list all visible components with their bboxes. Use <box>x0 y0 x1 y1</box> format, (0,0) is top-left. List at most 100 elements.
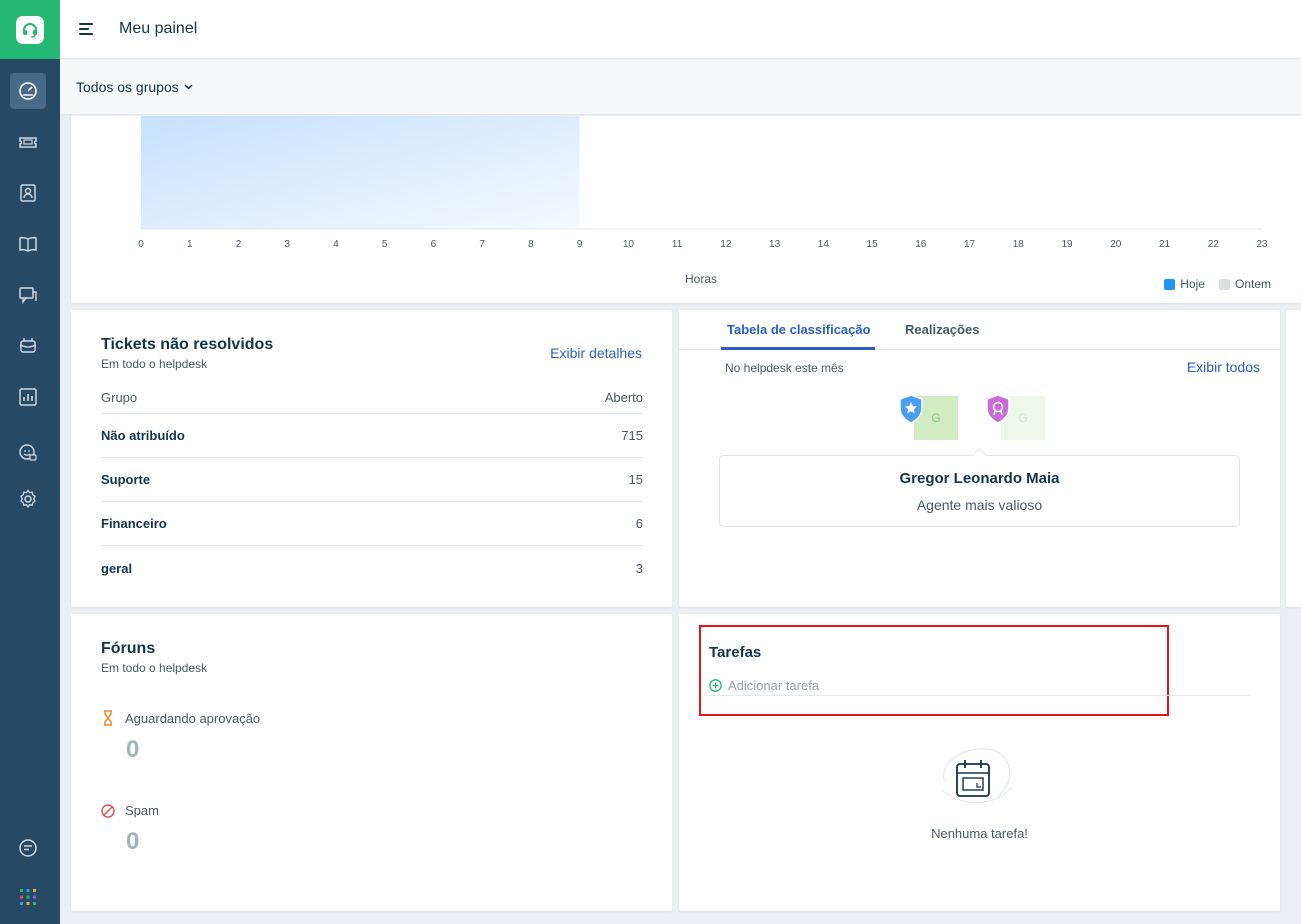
x-tick-label: 11 <box>672 239 683 250</box>
unresolved-tickets-subtitle: Em todo o helpdesk <box>101 357 208 371</box>
menu-toggle-icon[interactable] <box>79 23 93 35</box>
nav-feedback[interactable] <box>10 830 46 866</box>
group-name: Não atribuído <box>101 428 185 443</box>
nav-app-switcher[interactable] <box>10 879 46 915</box>
x-tick-label: 10 <box>623 239 635 250</box>
nav-solutions[interactable] <box>10 226 46 262</box>
chart-canvas: 0 1 2 3 4 5 6 7 8 9 10 11 12 13 14 15 16 17 18 19 20 21 22 23 H… <box>138 116 1268 286</box>
dashboard-icon <box>19 82 37 100</box>
unresolved-tickets-card: Tickets não resolvidos Em todo o helpdes… <box>71 310 672 607</box>
nav-tickets[interactable] <box>10 124 46 160</box>
x-tick-label: 19 <box>1061 239 1073 250</box>
nav-chat[interactable] <box>10 435 46 471</box>
empty-tasks-text: Nenhuma tarefa! <box>931 826 1028 841</box>
x-tick-label: 14 <box>818 239 830 250</box>
apps-grid-icon <box>20 889 36 905</box>
tasks-card: Tarefas Adicionar tarefa Nenhuma tarefa! <box>679 614 1280 911</box>
add-task-placeholder: Adicionar tarefa <box>728 678 820 693</box>
view-details-link[interactable]: Exibir detalhes <box>550 345 642 361</box>
spam-label: Spam <box>125 803 159 818</box>
smile-chat-icon <box>19 444 37 461</box>
top-agent-name: Gregor Leonardo Maia <box>899 470 1060 487</box>
nav-reports[interactable] <box>10 379 46 415</box>
top-agent-title: Agente mais valioso <box>916 497 1043 513</box>
x-tick-label: 0 <box>138 239 144 250</box>
x-tick-label: 23 <box>1256 239 1268 250</box>
x-tick-label: 1 <box>187 239 193 250</box>
leaderboard-tabs: Tabela de classificação Realizações <box>679 310 1280 350</box>
x-tick-label: 18 <box>1013 239 1025 250</box>
tasks-title: Tarefas <box>709 644 762 661</box>
forums-title: Fóruns <box>101 640 156 657</box>
nav-dashboard[interactable] <box>10 73 46 109</box>
x-tick-label: 12 <box>720 239 732 250</box>
app-logo[interactable] <box>0 0 60 59</box>
table-row[interactable]: Financeiro 6 <box>101 502 643 546</box>
hourly-tickets-chart: 0 1 2 3 4 5 6 7 8 9 10 11 12 13 14 15 16 17 18 19 20 21 22 23 H… <box>71 116 1301 303</box>
table-header: Grupo Aberto <box>101 390 643 414</box>
legend-item-today[interactable]: Hoje <box>1164 277 1205 291</box>
forum-stat-spam[interactable]: Spam 0 <box>101 803 159 856</box>
nav-forums[interactable] <box>10 277 46 313</box>
x-tick-label: 16 <box>915 239 927 250</box>
open-count: 3 <box>635 560 643 576</box>
x-tick-label: 17 <box>964 239 976 250</box>
forum-icon <box>19 287 37 305</box>
x-tick-label: 6 <box>431 239 437 250</box>
legend-label-yesterday: Ontem <box>1234 277 1271 291</box>
prohibited-icon <box>101 803 115 818</box>
x-tick-label: 20 <box>1110 239 1122 250</box>
x-tick-label: 2 <box>236 239 242 250</box>
top-agent-box: Gregor Leonardo Maia Agente mais valioso <box>719 455 1240 527</box>
hourglass-icon <box>104 710 112 726</box>
nav-admin[interactable] <box>10 481 46 517</box>
headset-icon <box>16 15 44 44</box>
pending-approval-label: Aguardando aprovação <box>125 710 261 726</box>
tab-leaderboard[interactable]: Tabela de classificação <box>727 322 871 337</box>
legend-swatch-yesterday <box>1218 278 1230 290</box>
message-icon <box>19 839 37 857</box>
chevron-down-icon <box>184 84 193 90</box>
gear-icon <box>20 489 36 509</box>
add-task-input[interactable]: Adicionar tarefa <box>709 676 1250 696</box>
x-tick-label: 22 <box>1208 239 1220 250</box>
avatar-initial: G <box>1018 411 1028 425</box>
x-tick-label: 21 <box>1159 239 1171 250</box>
view-all-link[interactable]: Exibir todos <box>1187 359 1260 375</box>
unresolved-tickets-table: Grupo Aberto Não atribuído 715 Suporte 1… <box>101 390 643 590</box>
reports-icon <box>19 388 37 406</box>
ticket-icon <box>19 137 37 148</box>
pending-approval-count: 0 <box>126 736 140 763</box>
leaderboard-card: Tabela de classificação Realizações No h… <box>679 310 1280 607</box>
forum-stat-pending[interactable]: Aguardando aprovação 0 <box>101 710 260 764</box>
nav-freddy[interactable] <box>10 328 46 364</box>
column-header-group: Grupo <box>101 390 138 405</box>
legend-item-yesterday[interactable]: Ontem <box>1218 277 1271 291</box>
bot-icon <box>20 338 36 353</box>
legend-swatch-today <box>1164 278 1176 290</box>
offscreen-card-edge <box>1286 310 1301 607</box>
table-row[interactable]: geral 3 <box>101 546 643 590</box>
highlight-box <box>699 625 1169 716</box>
x-tick-label: 8 <box>528 239 534 250</box>
x-tick-label: 3 <box>284 239 290 250</box>
open-count: 6 <box>635 516 643 531</box>
table-row[interactable]: Não atribuído 715 <box>101 414 643 458</box>
calendar-icon <box>941 748 1013 803</box>
x-tick-label: 13 <box>769 239 781 250</box>
nav-contacts[interactable] <box>10 175 46 211</box>
tab-achievements[interactable]: Realizações <box>905 322 979 337</box>
table-row[interactable]: Suporte 15 <box>101 458 643 502</box>
page-title: Meu painel <box>119 20 198 37</box>
group-filter-dropdown[interactable]: Todos os grupos <box>76 79 193 95</box>
filter-bar: Todos os grupos <box>60 60 1301 115</box>
group-name: Financeiro <box>101 516 167 531</box>
legend-label-today: Hoje <box>1180 277 1205 291</box>
forums-subtitle: Em todo o helpdesk <box>101 661 208 675</box>
mvp-shield-icon <box>899 394 923 424</box>
unresolved-tickets-title: Tickets não resolvidos <box>101 336 274 353</box>
group-name: Suporte <box>101 472 151 487</box>
add-circle-icon <box>709 679 722 692</box>
top-header: Meu painel <box>60 0 1301 59</box>
active-tab-indicator <box>721 347 875 350</box>
